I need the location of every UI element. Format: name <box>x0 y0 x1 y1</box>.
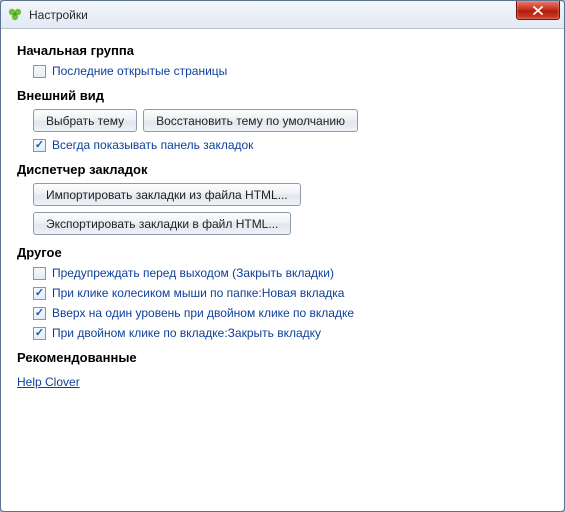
reset-theme-button[interactable]: Восстановить тему по умолчанию <box>143 109 358 132</box>
help-clover-link[interactable]: Help Clover <box>17 375 80 389</box>
checkbox-last-open-pages[interactable] <box>33 65 46 78</box>
option-double-click-up[interactable]: Вверх на один уровень при двойном клике … <box>33 306 548 320</box>
checkbox-warn-before-exit[interactable] <box>33 267 46 280</box>
section-appearance-title: Внешний вид <box>17 88 548 103</box>
option-double-click-close[interactable]: При двойном клике по вкладке:Закрыть вкл… <box>33 326 548 340</box>
checkbox-double-click-up[interactable] <box>33 307 46 320</box>
label-warn-before-exit[interactable]: Предупреждать перед выходом (Закрыть вкл… <box>52 266 334 280</box>
export-bookmarks-button[interactable]: Экспортировать закладки в файл HTML... <box>33 212 291 235</box>
option-always-show-bookmarks[interactable]: Всегда показывать панель закладок <box>33 138 548 152</box>
option-wheel-click-folder[interactable]: При клике колесиком мыши по папке:Новая … <box>33 286 548 300</box>
settings-window: Настройки Начальная группа Последние отк… <box>0 0 565 512</box>
checkbox-double-click-close[interactable] <box>33 327 46 340</box>
choose-theme-button[interactable]: Выбрать тему <box>33 109 137 132</box>
checkbox-wheel-click-folder[interactable] <box>33 287 46 300</box>
label-double-click-up[interactable]: Вверх на один уровень при двойном клике … <box>52 306 354 320</box>
app-icon <box>7 7 23 23</box>
section-startup-title: Начальная группа <box>17 43 548 58</box>
option-warn-before-exit[interactable]: Предупреждать перед выходом (Закрыть вкл… <box>33 266 548 280</box>
checkbox-always-show-bookmarks[interactable] <box>33 139 46 152</box>
close-icon <box>533 6 543 15</box>
section-other-title: Другое <box>17 245 548 260</box>
section-recommended-title: Рекомендованные <box>17 350 548 365</box>
label-double-click-close[interactable]: При двойном клике по вкладке:Закрыть вкл… <box>52 326 321 340</box>
label-last-open-pages[interactable]: Последние открытые страницы <box>52 64 227 78</box>
option-last-open-pages[interactable]: Последние открытые страницы <box>33 64 548 78</box>
close-button[interactable] <box>516 1 560 20</box>
import-bookmarks-button[interactable]: Импортировать закладки из файла HTML... <box>33 183 301 206</box>
window-title: Настройки <box>29 8 88 22</box>
section-bookmarks-manager-title: Диспетчер закладок <box>17 162 548 177</box>
label-wheel-click-folder[interactable]: При клике колесиком мыши по папке:Новая … <box>52 286 344 300</box>
titlebar[interactable]: Настройки <box>1 1 564 29</box>
content-area: Начальная группа Последние открытые стра… <box>1 29 564 511</box>
label-always-show-bookmarks[interactable]: Всегда показывать панель закладок <box>52 138 253 152</box>
